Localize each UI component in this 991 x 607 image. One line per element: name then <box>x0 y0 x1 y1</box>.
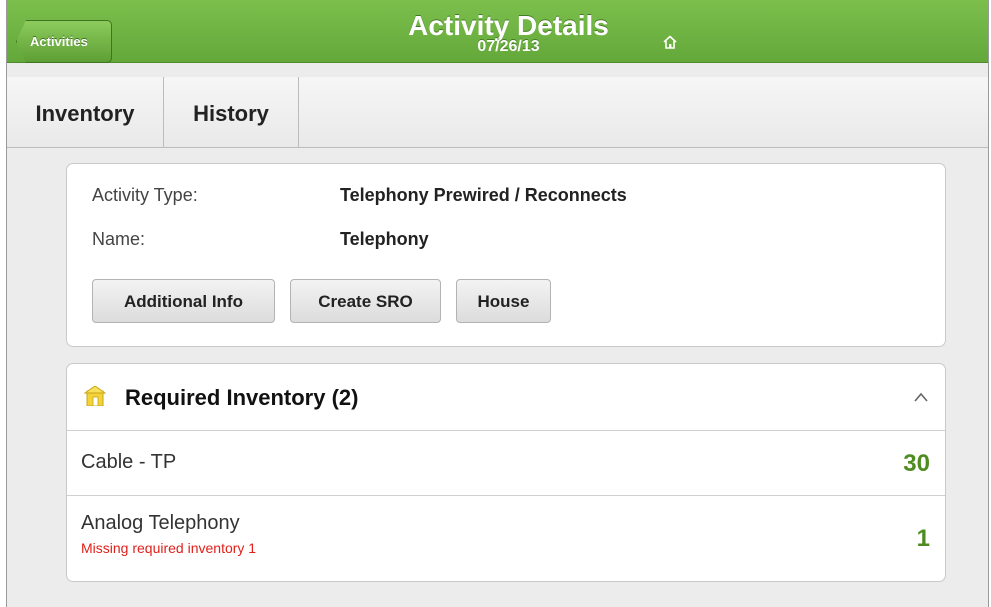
tab-history[interactable]: History <box>164 77 299 147</box>
create-sro-button[interactable]: Create SRO <box>290 279 441 323</box>
list-item[interactable]: Cable - TP 30 <box>67 431 945 496</box>
item-quantity: 1 <box>916 525 930 552</box>
home-icon[interactable] <box>662 34 678 50</box>
required-inventory-card: Required Inventory (2) Cable - TP 30 Ana… <box>66 363 946 582</box>
house-button[interactable]: House <box>456 279 551 323</box>
item-name: Cable - TP <box>81 451 177 473</box>
activity-type-value: Telephony Prewired / Reconnects <box>340 185 627 205</box>
required-inventory-title: Required Inventory (2) <box>125 385 359 410</box>
page-date: 07/26/13 <box>477 38 540 55</box>
chevron-up-icon[interactable] <box>913 391 929 403</box>
page-title: Activity Details <box>408 10 609 41</box>
activity-type-label: Activity Type: <box>92 185 198 205</box>
required-inventory-header[interactable]: Required Inventory (2) <box>67 364 945 431</box>
tab-inventory[interactable]: Inventory <box>7 77 164 147</box>
app-frame: Activities Activity Details 07/26/13 Inv… <box>6 0 989 607</box>
house-icon <box>84 386 106 406</box>
additional-info-button[interactable]: Additional Info <box>92 279 275 323</box>
item-name: Analog Telephony <box>81 512 240 534</box>
activity-info-card: Activity Type: Telephony Prewired / Reco… <box>66 163 946 347</box>
item-quantity: 30 <box>903 450 930 477</box>
header-bar: Activities Activity Details 07/26/13 <box>7 0 988 63</box>
name-value: Telephony <box>340 229 429 249</box>
list-item[interactable]: Analog Telephony Missing required invent… <box>67 496 945 581</box>
name-label: Name: <box>92 229 146 249</box>
missing-inventory-warning: Missing required inventory 1 <box>81 540 257 556</box>
tab-bar: Inventory History <box>7 77 988 148</box>
